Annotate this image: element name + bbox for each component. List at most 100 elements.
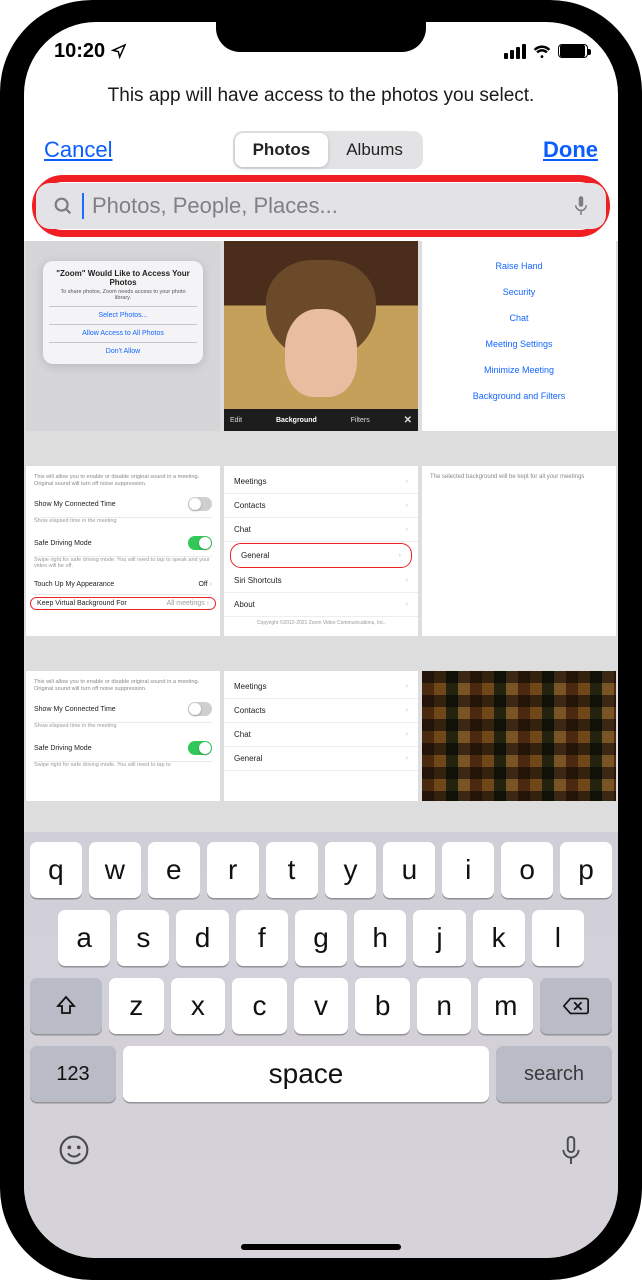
key-c[interactable]: c [232, 978, 287, 1034]
key-l[interactable]: l [532, 910, 584, 966]
settings-row: Show My Connected Time [34, 501, 116, 508]
list-item: Contacts [234, 501, 266, 510]
key-u[interactable]: u [383, 842, 435, 898]
list-item: Meetings [234, 477, 266, 486]
photo-thumb[interactable]: "Zoom" Would Like to Access Your Photos … [26, 241, 220, 431]
list-item: General [234, 754, 262, 763]
settings-row: Show My Connected Time [34, 706, 116, 713]
cancel-button[interactable]: Cancel [44, 137, 112, 163]
alert-title: "Zoom" Would Like to Access Your Photos [49, 269, 196, 287]
location-icon [111, 43, 127, 59]
menu-item: Background and Filters [428, 383, 610, 409]
chevron-right-icon: › [406, 755, 408, 762]
photo-thumb[interactable]: Meetings› Contacts› Chat› General› Siri … [224, 466, 418, 636]
list-item: Contacts [234, 706, 266, 715]
key-k[interactable]: k [473, 910, 525, 966]
emoji-icon[interactable] [58, 1134, 90, 1166]
settings-sub: Swipe right for safe driving mode. You w… [34, 557, 212, 575]
number-key[interactable]: 123 [30, 1046, 116, 1102]
key-y[interactable]: y [325, 842, 377, 898]
photo-thumb[interactable] [422, 671, 616, 801]
phone-frame: 10:20 This app will have access to the p… [0, 0, 642, 1280]
nav-row: Cancel Photos Albums Done [24, 115, 618, 183]
key-x[interactable]: x [171, 978, 226, 1034]
value: All meetings [167, 600, 205, 607]
key-g[interactable]: g [295, 910, 347, 966]
list-item: Meetings [234, 682, 266, 691]
settings-note: This will allow you to enable or disable… [34, 470, 212, 491]
text-cursor [82, 193, 84, 219]
toggle-on-icon [188, 741, 212, 755]
photo-thumb[interactable]: This will allow you to enable or disable… [26, 466, 220, 636]
wifi-icon [532, 43, 552, 59]
key-w[interactable]: w [89, 842, 141, 898]
keyboard-bottom [30, 1114, 612, 1168]
photo-thumb[interactable]: Meetings› Contacts› Chat› General› [224, 671, 418, 801]
settings-sub: Swipe right for safe driving mode. You w… [34, 762, 212, 774]
list-item: About [234, 600, 255, 609]
alert-body: To share photos, Zoom needs access to yo… [49, 289, 196, 306]
key-s[interactable]: s [117, 910, 169, 966]
key-e[interactable]: e [148, 842, 200, 898]
chevron-right-icon: › [207, 600, 209, 607]
highlighted-row: General› [230, 543, 412, 568]
photo-thumb[interactable]: The selected background will be kept for… [422, 466, 616, 636]
list-item: Chat [234, 730, 251, 739]
key-m[interactable]: m [478, 978, 533, 1034]
key-r[interactable]: r [207, 842, 259, 898]
video-tab: Background [276, 417, 317, 424]
key-b[interactable]: b [355, 978, 410, 1034]
tab-photos[interactable]: Photos [235, 133, 329, 167]
key-o[interactable]: o [501, 842, 553, 898]
thumb-alert: "Zoom" Would Like to Access Your Photos … [43, 261, 202, 364]
dictate-icon[interactable] [558, 1134, 584, 1168]
video-tab: Edit [230, 417, 242, 424]
search-input[interactable] [92, 193, 564, 219]
settings-sub: Show elapsed time in the meeting [34, 723, 212, 735]
photo-thumb[interactable]: Edit Background Filters ✕ [224, 241, 418, 431]
key-f[interactable]: f [236, 910, 288, 966]
close-icon: ✕ [404, 415, 412, 426]
key-h[interactable]: h [354, 910, 406, 966]
settings-note: This will allow you to enable or disable… [34, 675, 212, 696]
segmented-control[interactable]: Photos Albums [233, 131, 423, 169]
search-field[interactable] [36, 183, 606, 229]
key-q[interactable]: q [30, 842, 82, 898]
key-z[interactable]: z [109, 978, 164, 1034]
chevron-right-icon: › [406, 526, 408, 533]
photo-thumb[interactable]: This will allow you to enable or disable… [26, 671, 220, 801]
key-t[interactable]: t [266, 842, 318, 898]
mic-icon[interactable] [572, 194, 590, 218]
keyboard: qwertyuiop asdfghjkl zxcvbnm 123 space s… [24, 832, 618, 1258]
key-i[interactable]: i [442, 842, 494, 898]
chevron-right-icon: › [406, 502, 408, 509]
done-button[interactable]: Done [543, 137, 598, 163]
shift-key[interactable] [30, 978, 102, 1034]
settings-row: Safe Driving Mode [34, 540, 92, 547]
search-key[interactable]: search [496, 1046, 612, 1102]
backspace-key[interactable] [540, 978, 612, 1034]
home-indicator[interactable] [241, 1244, 401, 1250]
backspace-icon [562, 995, 590, 1017]
key-v[interactable]: v [294, 978, 349, 1034]
alert-option: Don't Allow [49, 342, 196, 360]
toggle-on-icon [188, 536, 212, 550]
key-d[interactable]: d [176, 910, 228, 966]
highlighted-row: Keep Virtual Background ForAll meetings … [30, 597, 216, 610]
key-n[interactable]: n [417, 978, 472, 1034]
menu-item: Security [428, 279, 610, 305]
keyboard-row: 123 space search [30, 1046, 612, 1102]
key-a[interactable]: a [58, 910, 110, 966]
space-key[interactable]: space [123, 1046, 489, 1102]
menu-item: Chat [428, 305, 610, 331]
settings-sub: Show elapsed time in the meeting [34, 518, 212, 530]
photo-thumb[interactable]: Raise Hand Security Chat Meeting Setting… [422, 241, 616, 431]
key-j[interactable]: j [413, 910, 465, 966]
status-bar: 10:20 [24, 22, 618, 76]
tab-albums[interactable]: Albums [328, 133, 421, 167]
key-p[interactable]: p [560, 842, 612, 898]
list-item: Chat [234, 525, 251, 534]
chevron-right-icon: › [406, 683, 408, 690]
keyboard-row: qwertyuiop [30, 842, 612, 898]
search-icon [52, 195, 74, 217]
